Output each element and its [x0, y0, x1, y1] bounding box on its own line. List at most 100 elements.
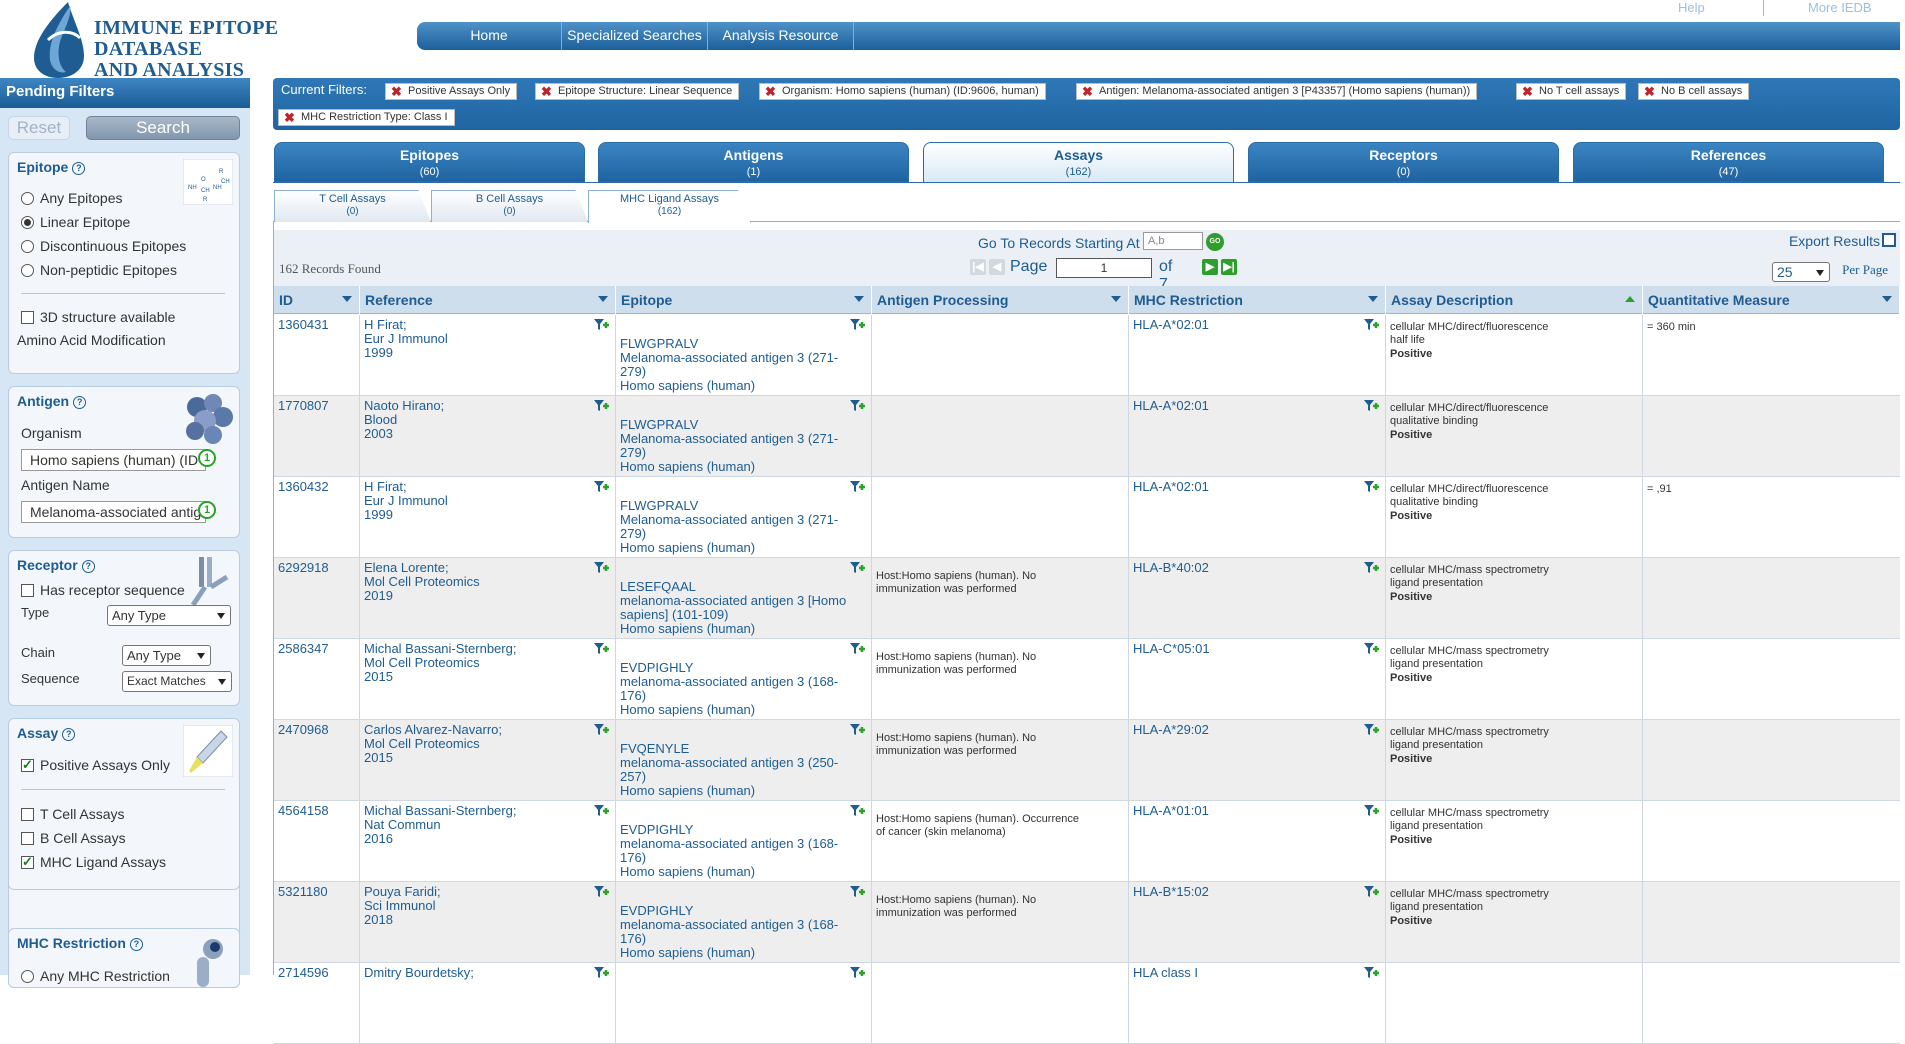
- add-filter-icon[interactable]: [593, 966, 609, 980]
- tab-assays[interactable]: Assays (162): [923, 142, 1234, 183]
- epitope-antigen-range[interactable]: sapiens] (101-109): [620, 608, 867, 622]
- amino-acid-modification-link[interactable]: Amino Acid Modification: [17, 331, 166, 349]
- structure3d-option[interactable]: 3D structure available: [21, 308, 175, 326]
- remove-filter-icon[interactable]: ✖: [1644, 84, 1655, 99]
- sort-up-icon[interactable]: [1625, 296, 1635, 302]
- assay-id-link[interactable]: 1360432: [278, 479, 329, 494]
- reference-author[interactable]: Elena Lorente;: [364, 561, 611, 575]
- add-filter-icon[interactable]: [849, 966, 865, 980]
- page-number-input[interactable]: 1: [1056, 258, 1152, 278]
- epitope-organism[interactable]: Homo sapiens (human): [620, 379, 867, 393]
- add-filter-icon[interactable]: [593, 561, 609, 575]
- add-filter-icon[interactable]: [849, 399, 865, 413]
- column-header-antigen-processing[interactable]: Antigen Processing: [872, 286, 1129, 314]
- mhc-ligand-assays-option[interactable]: MHC Ligand Assays: [21, 853, 166, 871]
- mhc-allele-link[interactable]: HLA class I: [1133, 966, 1381, 980]
- checkbox-icon[interactable]: [21, 832, 34, 845]
- add-filter-icon[interactable]: [1363, 480, 1379, 494]
- epitope-organism[interactable]: Homo sapiens (human): [620, 703, 867, 717]
- epitope-antigen[interactable]: melanoma-associated antigen 3 (250-: [620, 756, 867, 770]
- checkbox-checked-icon[interactable]: [21, 853, 34, 871]
- checkbox-icon[interactable]: [21, 808, 34, 821]
- tcell-assays-option[interactable]: T Cell Assays: [21, 805, 125, 823]
- column-header-quantitative-measure[interactable]: Quantitative Measure: [1643, 286, 1900, 314]
- mhc-allele-link[interactable]: HLA-B*15:02: [1133, 885, 1381, 899]
- column-header-reference[interactable]: Reference: [360, 286, 616, 314]
- epitope-antigen-range[interactable]: 279): [620, 527, 867, 541]
- sort-down-icon[interactable]: [342, 296, 352, 302]
- epitope-antigen[interactable]: melanoma-associated antigen 3 (168-: [620, 918, 867, 932]
- reference-journal[interactable]: Blood: [364, 413, 611, 427]
- epitope-antigen-range[interactable]: 176): [620, 851, 867, 865]
- add-filter-icon[interactable]: [593, 480, 609, 494]
- epitope-antigen-range[interactable]: 176): [620, 689, 867, 703]
- reference-author[interactable]: Michal Bassani-Sternberg;: [364, 642, 611, 656]
- reference-year[interactable]: 2003: [364, 427, 611, 441]
- assay-id-link[interactable]: 2470968: [278, 722, 329, 737]
- tab-receptors[interactable]: Receptors (0): [1248, 142, 1559, 182]
- reference-journal[interactable]: Nat Commun: [364, 818, 611, 832]
- epitope-sequence[interactable]: FVQENYLE: [620, 742, 867, 756]
- per-page-select[interactable]: 25: [1772, 262, 1830, 282]
- remove-filter-icon[interactable]: ✖: [765, 84, 776, 99]
- column-header-mhc-restriction[interactable]: MHC Restriction: [1129, 286, 1386, 314]
- reference-year[interactable]: 2018: [364, 913, 611, 927]
- epitope-sequence[interactable]: LESEFQAAL: [620, 580, 867, 594]
- epitope-sequence[interactable]: FLWGPRALV: [620, 499, 867, 513]
- add-filter-icon[interactable]: [593, 723, 609, 737]
- remove-filter-icon[interactable]: ✖: [391, 84, 402, 99]
- epitope-antigen-range[interactable]: 176): [620, 932, 867, 946]
- add-filter-icon[interactable]: [593, 885, 609, 899]
- tab-antigens[interactable]: Antigens (1): [598, 142, 909, 182]
- sequence-match-select[interactable]: Exact Matches: [122, 671, 232, 692]
- epitope-organism[interactable]: Homo sapiens (human): [620, 865, 867, 879]
- remove-filter-icon[interactable]: ✖: [1522, 84, 1533, 99]
- go-button[interactable]: GO: [1206, 233, 1224, 251]
- epitope-sequence[interactable]: EVDPIGHLY: [620, 661, 867, 675]
- reference-author[interactable]: Pouya Faridi;: [364, 885, 611, 899]
- add-filter-icon[interactable]: [849, 804, 865, 818]
- epitope-antigen[interactable]: melanoma-associated antigen 3 [Homo: [620, 594, 867, 608]
- reference-year[interactable]: 2019: [364, 589, 611, 603]
- assay-id-link[interactable]: 1360431: [278, 317, 329, 332]
- radio-icon[interactable]: [21, 264, 34, 277]
- epitope-antigen-range[interactable]: 257): [620, 770, 867, 784]
- assay-id-link[interactable]: 2714596: [278, 965, 329, 980]
- epitope-organism[interactable]: Homo sapiens (human): [620, 946, 867, 960]
- add-filter-icon[interactable]: [1363, 642, 1379, 656]
- reference-year[interactable]: 1999: [364, 346, 611, 360]
- epitope-organism[interactable]: Homo sapiens (human): [620, 460, 867, 474]
- add-filter-icon[interactable]: [593, 642, 609, 656]
- mhc-allele-link[interactable]: HLA-A*02:01: [1133, 480, 1381, 494]
- add-filter-icon[interactable]: [849, 642, 865, 656]
- prev-page-icon[interactable]: ◀: [989, 259, 1005, 275]
- reference-journal[interactable]: Eur J Immunol: [364, 332, 611, 346]
- bcell-assays-option[interactable]: B Cell Assays: [21, 829, 126, 847]
- reference-journal[interactable]: Mol Cell Proteomics: [364, 737, 611, 751]
- reset-button[interactable]: Reset: [8, 116, 70, 140]
- subtab-mhc-ligand-assays[interactable]: MHC Ligand Assays (162): [588, 190, 751, 223]
- reference-year[interactable]: 2015: [364, 751, 611, 765]
- help-icon[interactable]: ?: [129, 938, 143, 951]
- organism-field[interactable]: Homo sapiens (human) (ID: [21, 449, 206, 471]
- goto-records-input[interactable]: A,b: [1143, 232, 1203, 250]
- epitope-option-discontinuous[interactable]: Discontinuous Epitopes: [21, 237, 186, 255]
- sort-down-icon[interactable]: [1368, 296, 1378, 302]
- epitope-antigen[interactable]: melanoma-associated antigen 3 (168-: [620, 675, 867, 689]
- sort-down-icon[interactable]: [1882, 296, 1892, 302]
- has-receptor-sequence-option[interactable]: Has receptor sequence: [21, 581, 185, 599]
- more-iedb-link[interactable]: More IEDB: [1808, 0, 1872, 15]
- column-header-id[interactable]: ID: [274, 286, 360, 314]
- tab-epitopes[interactable]: Epitopes (60): [274, 142, 585, 182]
- checkbox-icon[interactable]: [21, 311, 34, 324]
- add-filter-icon[interactable]: [1363, 723, 1379, 737]
- filter-chip[interactable]: ✖ Organism: Homo sapiens (human) (ID:9606…: [759, 83, 1046, 100]
- search-button[interactable]: Search: [86, 116, 240, 140]
- reference-journal[interactable]: Sci Immunol: [364, 899, 611, 913]
- help-icon[interactable]: ?: [72, 162, 86, 175]
- epitope-antigen[interactable]: melanoma-associated antigen 3 (168-: [620, 837, 867, 851]
- filter-chip[interactable]: ✖ No T cell assays: [1516, 83, 1627, 100]
- add-filter-icon[interactable]: [1363, 399, 1379, 413]
- add-filter-icon[interactable]: [849, 885, 865, 899]
- reference-author[interactable]: Michal Bassani-Sternberg;: [364, 804, 611, 818]
